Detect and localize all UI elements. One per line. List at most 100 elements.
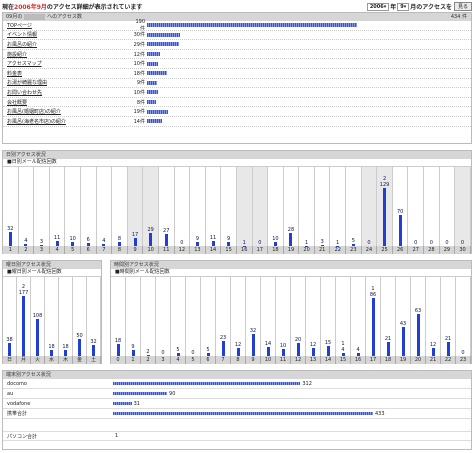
summary-row-label[interactable]: アクセスマップ (3, 60, 133, 67)
hourly-column: 14 (261, 277, 276, 356)
weekday-chart: 38 2 177 108 18 18 50 32 (3, 276, 101, 356)
summary-row-count: 190件 (135, 18, 145, 32)
hourly-axis-label: 13 (306, 356, 321, 364)
hourly-column: 12 (306, 277, 321, 356)
hourly-axis-label: 9 (246, 356, 261, 364)
daily-axis-label: 23 (346, 246, 362, 254)
daily-bar (398, 214, 402, 246)
hourly-bar (296, 342, 300, 356)
carrier-row: 携帯合計 433 (3, 409, 471, 419)
hourly-axis-label: 20 (411, 356, 426, 364)
summary-row-label[interactable]: お風呂(海老名市店)の紹介 (3, 118, 133, 125)
weekday-labels: 日月火水木金土 (3, 356, 101, 364)
summary-row-label[interactable]: 施設紹介 (3, 51, 133, 58)
hourly-column: 14 (336, 277, 351, 356)
summary-row-label[interactable]: 会社概要 (3, 99, 133, 106)
hourly-axis-label: 8 (231, 356, 246, 364)
summary-row-label[interactable]: お風呂の紹介 (3, 41, 133, 48)
summary-row-bar (147, 71, 167, 76)
hourly-bar (131, 349, 135, 356)
carrier-row-count: 31 (133, 400, 140, 407)
month-select[interactable]: 9 ▾ (397, 2, 410, 11)
daily-bar (351, 243, 355, 246)
daily-header: 日別アクセス状況 (3, 151, 471, 159)
hourly-axis-label: 22 (441, 356, 456, 364)
hourly-column: 0 (186, 277, 201, 356)
summary-row-label[interactable]: お風呂(婚姻町店)の紹介 (3, 108, 133, 115)
summary-row-label[interactable]: イベント情報 (3, 31, 133, 38)
hourly-axis-label: 14 (321, 356, 336, 364)
weekday-axis-label: 日 (3, 356, 17, 364)
hourly-column: 12 (426, 277, 441, 356)
hourly-bar (341, 353, 345, 356)
carrier-row-bar (113, 402, 132, 405)
daily-axis-label: 21 (314, 246, 331, 254)
hourly-column: 5 (201, 277, 216, 356)
summary-panel: 09月の xxxxxxx へのアクセス数 434 件 TOPページ 190件 イベント情… (2, 12, 472, 144)
daily-bar (273, 241, 277, 246)
carrier-row-label: 携帯合計 (7, 411, 28, 417)
daily-axis-label: 7 (96, 246, 113, 254)
weekday-column: 50 (73, 277, 87, 356)
weekday-panel: 曜日別アクセス状況 ■曜日別メール配信回数 38 2 177 108 18 18 50 32 … (2, 260, 102, 364)
header-bar: 現在 2006年9月 のアクセス詳細が表示されています 2006 ▾ 年 9 ▾… (2, 2, 472, 11)
summary-title-suffix: へのアクセス数 (47, 14, 82, 20)
hourly-axis-label: 11 (276, 356, 291, 364)
daily-bar (24, 244, 28, 246)
hourly-bar (386, 341, 390, 356)
hourly-column: 1 86 (366, 277, 381, 356)
year-select[interactable]: 2006 ▾ (366, 2, 390, 11)
daily-column: 0 (408, 167, 425, 246)
summary-row-bar (147, 61, 159, 66)
weekday-bar (22, 296, 25, 356)
hourly-value-label: 0 (191, 350, 195, 356)
weekday-header: 曜日別アクセス状況 (3, 261, 101, 269)
daily-value-label: 0 (367, 240, 371, 246)
daily-value-label: 0 (429, 240, 433, 246)
header-month-text: 2006年9月 (14, 4, 47, 11)
summary-row: 施設紹介 12件 (3, 50, 471, 60)
daily-bar (117, 242, 121, 246)
daily-column: 6 (81, 167, 97, 246)
hourly-panel: 時間別アクセス状況 ■時間別メール配信回数 18 9 2 0 5 0 5 23 12 32 14 10… (110, 260, 472, 364)
hourly-column: 15 (321, 277, 336, 356)
hourly-bar (281, 349, 285, 356)
summary-row-label[interactable]: お問い合わせ先 (3, 89, 133, 96)
weekday-column: 38 (3, 277, 17, 356)
summary-row-bar (147, 80, 157, 85)
summary-row-count: 14件 (133, 118, 145, 125)
weekday-bar (78, 339, 81, 356)
daily-column: 4 (19, 167, 35, 246)
summary-row-count: 9件 (136, 80, 145, 87)
daily-axis-label: 3 (34, 246, 50, 254)
hourly-column: 32 (246, 277, 261, 356)
hourly-column: 10 (276, 277, 291, 356)
summary-row-count: 18件 (133, 70, 145, 77)
daily-axis-label: 22 (330, 246, 347, 254)
summary-row-count: 29件 (133, 41, 145, 48)
summary-row-label[interactable]: 料金表 (3, 70, 133, 77)
daily-axis-label: 1 (3, 246, 19, 254)
summary-row-label[interactable]: TOPページ (3, 22, 133, 29)
daily-column: 5 (346, 167, 362, 246)
hourly-column: 4 (351, 277, 366, 356)
hourly-column: 12 (231, 277, 246, 356)
hourly-axis-label: 21 (426, 356, 441, 364)
summary-row-count: 8件 (136, 99, 145, 106)
summary-row-bar (147, 109, 168, 114)
daily-bar (320, 244, 324, 246)
hourly-axis-label: 18 (381, 356, 396, 364)
daily-axis-label: 15 (221, 246, 237, 254)
daily-value-label: 0 (445, 240, 449, 246)
year-unit: 年 (390, 4, 397, 11)
header-prefix: 現在 (2, 4, 15, 11)
hourly-axis-label: 17 (366, 356, 381, 364)
summary-row-label[interactable]: お湯が綺麗な理由 (3, 79, 133, 86)
view-button[interactable]: 見る (453, 2, 472, 11)
carrier-row: docomo 312 (3, 379, 471, 389)
daily-axis-label: 8 (112, 246, 128, 254)
daily-axis-label: 25 (377, 246, 393, 254)
hourly-header: 時間別アクセス状況 (111, 261, 471, 269)
hourly-column: 18 (111, 277, 126, 356)
carrier-row: vodafone 31 (3, 399, 471, 409)
